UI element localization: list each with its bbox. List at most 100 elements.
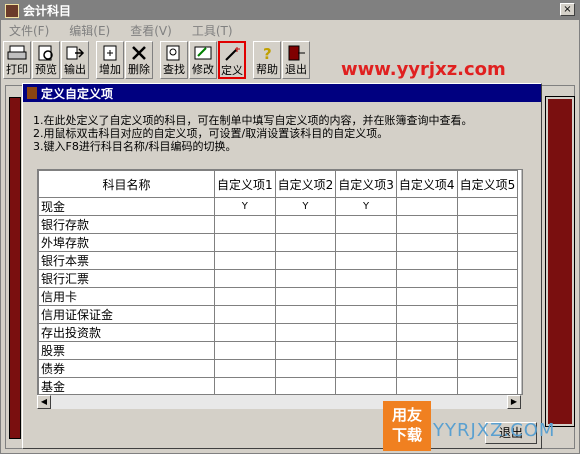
custom-item-cell[interactable]: [214, 269, 276, 288]
watermark-url: www.yyrjxz.com: [341, 59, 506, 80]
custom-item-cell[interactable]: [274, 215, 337, 234]
scroll-down-button[interactable]: ▼: [522, 380, 523, 394]
table-row[interactable]: 存出投资款: [38, 323, 519, 342]
custom-item-cell[interactable]: [395, 323, 458, 342]
custom-item-cell[interactable]: [214, 305, 276, 324]
find-button[interactable]: 查找: [160, 41, 188, 79]
vertical-scrollbar[interactable]: ▲ ▼: [521, 170, 523, 394]
preview-button[interactable]: 预览: [32, 41, 60, 79]
column-header: 自定义项2: [274, 170, 337, 198]
instruction-line-2: 2.用鼠标双击科目对应的自定义项，可设置/取消设置该科目的自定义项。: [33, 127, 389, 140]
table-row[interactable]: 信用卡: [38, 287, 519, 306]
custom-item-cell[interactable]: [395, 251, 458, 270]
print-button[interactable]: 打印: [3, 41, 31, 79]
custom-item-cell[interactable]: Y: [214, 197, 276, 216]
table-row[interactable]: 银行汇票: [38, 269, 519, 288]
table-row[interactable]: 信用证保证金: [38, 305, 519, 324]
custom-item-cell[interactable]: [214, 341, 276, 360]
custom-item-cell[interactable]: [395, 341, 458, 360]
custom-item-cell[interactable]: [456, 215, 519, 234]
export-label: 输出: [64, 63, 86, 76]
custom-item-cell[interactable]: [456, 287, 519, 306]
delete-label: 删除: [128, 63, 150, 76]
custom-item-cell[interactable]: [456, 251, 519, 270]
custom-item-cell[interactable]: [456, 377, 519, 394]
custom-item-cell[interactable]: [335, 305, 397, 324]
custom-item-cell[interactable]: [335, 377, 397, 394]
custom-item-cell[interactable]: [456, 197, 519, 216]
custom-item-cell[interactable]: [456, 323, 519, 342]
custom-item-cell[interactable]: [335, 323, 397, 342]
custom-item-cell[interactable]: [335, 215, 397, 234]
define-custom-items-dialog: 定义自定义项 1.在此处定义了自定义项的科目，可在制单中填写自定义项的内容，并在…: [22, 83, 542, 449]
table-row[interactable]: 现金 Y Y Y: [38, 197, 519, 216]
custom-item-cell[interactable]: [335, 359, 397, 378]
custom-item-cell[interactable]: [274, 269, 337, 288]
custom-item-cell[interactable]: [274, 359, 337, 378]
table-row[interactable]: 银行本票: [38, 251, 519, 270]
delete-button[interactable]: 删除: [125, 41, 153, 79]
custom-item-cell[interactable]: [395, 287, 458, 306]
add-button[interactable]: 增加: [96, 41, 124, 79]
menu-view[interactable]: 查看(V): [130, 22, 172, 39]
custom-item-cell[interactable]: [395, 359, 458, 378]
custom-item-cell[interactable]: [456, 269, 519, 288]
edit-button[interactable]: 修改: [189, 41, 217, 79]
scroll-right-button[interactable]: ▶: [507, 395, 521, 409]
custom-item-cell[interactable]: [395, 197, 458, 216]
custom-item-cell[interactable]: [335, 251, 397, 270]
menu-file[interactable]: 文件(F): [9, 22, 49, 39]
custom-item-cell[interactable]: [456, 359, 519, 378]
custom-item-cell[interactable]: [214, 233, 276, 252]
custom-item-cell[interactable]: [274, 341, 337, 360]
custom-item-cell[interactable]: [335, 233, 397, 252]
table-row[interactable]: 银行存款: [38, 215, 519, 234]
menu-edit[interactable]: 编辑(E): [69, 22, 110, 39]
table-row[interactable]: 股票: [38, 341, 519, 360]
custom-item-cell[interactable]: [214, 359, 276, 378]
edit-icon: [193, 45, 213, 61]
export-button[interactable]: 输出: [61, 41, 89, 79]
define-button[interactable]: 定义: [218, 41, 246, 79]
custom-item-cell[interactable]: Y: [335, 197, 397, 216]
help-label: 帮助: [256, 63, 278, 76]
table-row[interactable]: 基金: [38, 377, 519, 394]
custom-item-cell[interactable]: [335, 287, 397, 306]
custom-item-cell[interactable]: [395, 305, 458, 324]
watermark-badge: 用友 下载: [383, 401, 431, 451]
table-row[interactable]: 债券: [38, 359, 519, 378]
scroll-left-button[interactable]: ◀: [37, 395, 51, 409]
custom-item-cell[interactable]: [456, 341, 519, 360]
exit-toolbar-button[interactable]: 退出: [282, 41, 310, 79]
close-button[interactable]: ×: [560, 3, 575, 16]
custom-item-cell[interactable]: [214, 287, 276, 306]
custom-item-cell[interactable]: [456, 305, 519, 324]
help-icon: ?: [257, 45, 277, 63]
table-row[interactable]: 外埠存款: [38, 233, 519, 252]
custom-item-cell[interactable]: [214, 251, 276, 270]
horizontal-scrollbar[interactable]: ◀ ▶: [37, 395, 521, 409]
menu-tools[interactable]: 工具(T): [192, 22, 233, 39]
custom-item-cell[interactable]: [274, 233, 337, 252]
custom-item-cell[interactable]: [395, 377, 458, 394]
delete-icon: [129, 45, 149, 61]
custom-item-cell[interactable]: [274, 323, 337, 342]
account-name-cell: 银行本票: [38, 251, 215, 270]
custom-item-cell[interactable]: [395, 215, 458, 234]
custom-item-cell[interactable]: Y: [274, 197, 337, 216]
custom-item-cell[interactable]: [214, 215, 276, 234]
custom-item-cell[interactable]: [274, 305, 337, 324]
custom-item-cell[interactable]: [335, 269, 397, 288]
custom-item-cell[interactable]: [274, 377, 337, 394]
custom-item-cell[interactable]: [395, 269, 458, 288]
custom-item-cell[interactable]: [335, 341, 397, 360]
custom-item-cell[interactable]: [214, 323, 276, 342]
scroll-up-button[interactable]: ▲: [522, 170, 523, 184]
custom-item-cell[interactable]: [274, 287, 337, 306]
help-button[interactable]: ? 帮助: [253, 41, 281, 79]
custom-item-cell[interactable]: [456, 233, 519, 252]
find-label: 查找: [163, 63, 185, 76]
custom-item-cell[interactable]: [274, 251, 337, 270]
custom-item-cell[interactable]: [214, 377, 276, 394]
custom-item-cell[interactable]: [395, 233, 458, 252]
